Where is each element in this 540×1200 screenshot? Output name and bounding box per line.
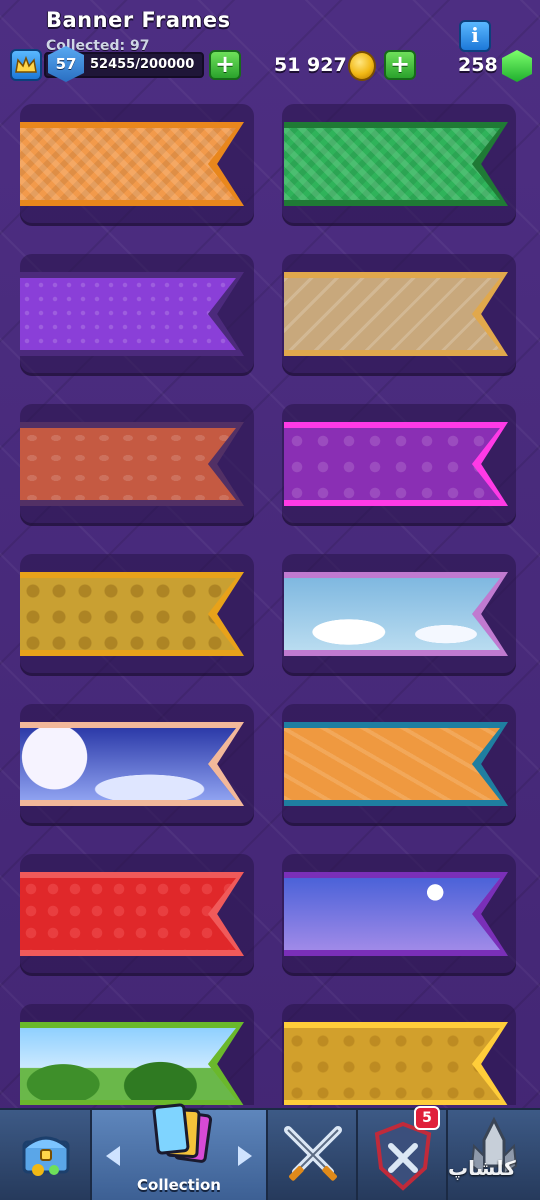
banner-pattern (20, 428, 236, 500)
banner-pattern (284, 578, 500, 650)
tab-shop[interactable] (0, 1110, 92, 1200)
banner-pattern (284, 728, 500, 800)
top-bar: Banner Frames Collected: 97 57 52455/200… (0, 0, 540, 92)
notification-badge: 5 (414, 1106, 440, 1130)
banner-frame-rust-butterfly (20, 422, 244, 506)
cards-icon (152, 1103, 213, 1163)
chevron-right-icon[interactable] (238, 1146, 252, 1166)
gold-coin-icon (348, 51, 376, 81)
banner-frame-gold-trophies (284, 1022, 508, 1105)
watermark-logo: کلشاپ (448, 1156, 516, 1180)
banner-pattern (20, 578, 236, 650)
tab-collection-label: Collection (137, 1176, 221, 1194)
banner-frame-magenta-skulls (284, 422, 508, 506)
banner-frame-item[interactable] (20, 704, 254, 826)
banner-frame-item[interactable] (282, 704, 516, 826)
banner-pattern (20, 878, 236, 950)
banner-frame-orange-arrows (284, 722, 508, 806)
banner-frame-night-moon (20, 722, 244, 806)
banner-frame-item[interactable] (20, 554, 254, 676)
banner-frame-purple-dots (20, 272, 244, 356)
page-title: Banner Frames (46, 8, 231, 32)
profile-button[interactable] (10, 49, 42, 81)
banner-frame-orange-diamond (20, 122, 244, 206)
banner-frame-item[interactable] (282, 254, 516, 376)
banner-frame-forest-scene (20, 1022, 244, 1105)
tab-events[interactable] (448, 1110, 540, 1200)
shield-icon (374, 1121, 432, 1191)
banner-frame-item[interactable] (282, 404, 516, 526)
add-gold-button[interactable]: + (384, 50, 416, 80)
banner-frame-red-hearts (20, 872, 244, 956)
chest-icon (22, 1136, 70, 1176)
info-button[interactable]: i (459, 20, 491, 52)
xp-progress: 52455/200000 (90, 57, 195, 72)
banner-pattern (284, 128, 500, 200)
crossed-swords-icon (284, 1126, 342, 1181)
banner-frame-item[interactable] (20, 254, 254, 376)
crown-icon (15, 56, 37, 73)
banner-frame-sky-clouds (284, 572, 508, 656)
bottom-navigation: Collection (0, 1103, 540, 1200)
gold-amount: 51 927 (274, 54, 347, 76)
banner-frame-gold-gears (20, 572, 244, 656)
banner-pattern (284, 878, 500, 950)
gem-icon (502, 50, 532, 82)
banner-pattern (284, 428, 500, 500)
banner-frame-grid (0, 100, 540, 1105)
banner-frame-green-diamond (284, 122, 508, 206)
banner-pattern (284, 1028, 500, 1100)
banner-frame-item[interactable] (282, 104, 516, 226)
add-xp-button[interactable]: + (209, 50, 241, 80)
banner-pattern (284, 278, 500, 350)
banner-frame-party-crowd (284, 872, 508, 956)
banner-pattern (20, 278, 236, 350)
banner-pattern (20, 1028, 236, 1100)
banner-frame-tan-swords (284, 272, 508, 356)
tab-battle[interactable] (268, 1110, 358, 1200)
banner-frame-item[interactable] (282, 1004, 516, 1105)
banner-frame-item[interactable] (20, 1004, 254, 1105)
banner-frame-item[interactable] (20, 404, 254, 526)
gem-amount: 258 (458, 54, 498, 76)
banner-frame-item[interactable] (20, 104, 254, 226)
banner-pattern (20, 728, 236, 800)
banner-pattern (20, 128, 236, 200)
banner-frame-item[interactable] (282, 554, 516, 676)
banner-frame-item[interactable] (20, 854, 254, 976)
chevron-left-icon[interactable] (106, 1146, 120, 1166)
banner-frame-item[interactable] (282, 854, 516, 976)
